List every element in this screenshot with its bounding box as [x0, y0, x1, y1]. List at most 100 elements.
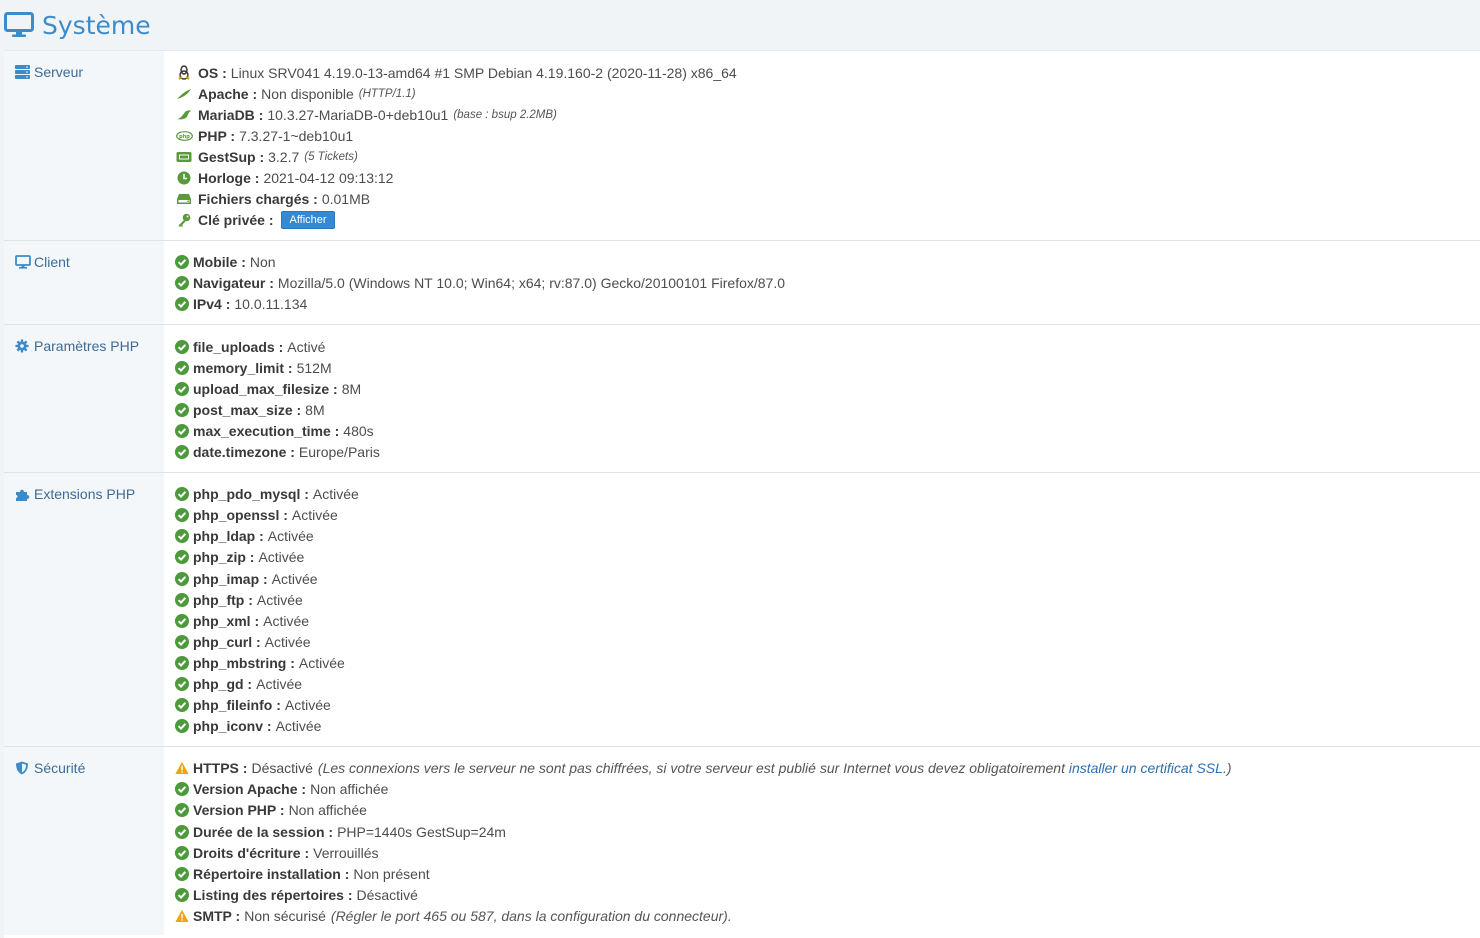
row-note: (5 Tickets) — [304, 150, 358, 163]
check-circle-icon — [175, 634, 189, 649]
info-row: Droits d'écriture : Verrouillés — [175, 842, 1480, 863]
info-row-apache: Apache : Non disponible (HTTP/1.1) — [175, 83, 1480, 104]
info-row-os: OS : Linux SRV041 4.19.0-13-amd64 #1 SMP… — [175, 62, 1480, 83]
check-circle-icon — [175, 613, 189, 628]
check-circle-icon — [175, 445, 189, 460]
row-value: Non affichée — [310, 781, 389, 798]
check-circle-icon — [175, 676, 189, 691]
shield-icon — [15, 761, 31, 775]
info-row-smtp: SMTP : Non sécurisé (Régler le port 465 … — [175, 905, 1480, 926]
info-row: post_max_size :8M — [175, 399, 1480, 420]
section-php-params: Paramètres PHP file_uploads : Activé memo… — [4, 324, 1480, 472]
row-value: Désactivé — [356, 886, 418, 903]
check-circle-icon — [175, 487, 189, 502]
row-key: php_xml : — [193, 612, 260, 629]
row-value: Non présent — [353, 865, 430, 882]
section-label-serveur: Serveur — [4, 51, 164, 240]
check-circle-icon — [175, 655, 189, 670]
info-row: Listing des répertoires : Désactivé — [175, 884, 1480, 905]
row-value: Linux SRV041 4.19.0-13-amd64 #1 SMP Debi… — [230, 64, 737, 81]
info-row: php_mbstring : Activée — [175, 652, 1480, 673]
row-value: Non affichée — [288, 802, 367, 819]
php-logo-icon: php — [175, 129, 193, 143]
info-row: php_ldap : Activée — [175, 526, 1480, 547]
row-key: GestSup : — [198, 148, 265, 165]
row-key: php_openssl : — [193, 507, 288, 524]
info-row: Répertoire installation : Non présent — [175, 863, 1480, 884]
warning-icon — [175, 909, 189, 923]
row-key: HTTPS : — [193, 760, 248, 777]
row-value: 8M — [341, 380, 362, 397]
info-row: date.timezone : Europe/Paris — [175, 442, 1480, 463]
install-ssl-link[interactable]: installer un certificat SSL — [1069, 760, 1223, 776]
row-key: memory_limit : — [193, 359, 293, 376]
section-body-php-ext: php_pdo_mysql : Activée php_openssl : Acti… — [164, 473, 1480, 746]
section-label-php-ext: Extensions PHP — [4, 472, 164, 746]
info-row-cle-privee: Clé privée : Afficher — [175, 210, 1480, 231]
section-label-client: Client — [4, 240, 164, 325]
row-key: MariaDB : — [198, 106, 264, 123]
row-key: php_gd : — [193, 675, 253, 692]
row-value: Non — [249, 254, 276, 271]
row-key: OS : — [198, 64, 227, 81]
section-serveur: Serveur OS : Linux SRV041 4.19.0-13-amd6… — [4, 50, 1480, 240]
check-circle-icon — [175, 360, 189, 375]
check-circle-icon — [175, 402, 189, 417]
row-value: Activée — [264, 633, 311, 650]
info-row: upload_max_filesize :8M — [175, 378, 1480, 399]
info-row-horloge: Horloge : 2021-04-12 09:13:12 — [175, 167, 1480, 188]
section-label-securite: Sécurité — [4, 746, 164, 936]
row-key: Apache : — [198, 85, 258, 102]
info-row-gestsup: GestSup : 3.2.7 (5 Tickets) — [175, 146, 1480, 167]
info-row: max_execution_time :480s — [175, 420, 1480, 441]
section-label-php-params: Paramètres PHP — [4, 325, 164, 472]
row-value: Non sécurisé — [244, 907, 326, 924]
check-circle-icon — [175, 592, 189, 607]
info-row: php_pdo_mysql : Activée — [175, 484, 1480, 505]
info-row-fichiers: Fichiers chargés : 0.01MB — [175, 189, 1480, 210]
row-key: Droits d'écriture : — [193, 844, 310, 861]
row-value: Activée — [258, 549, 305, 566]
section-label-text: Sécurité — [34, 759, 86, 776]
gear-icon — [15, 339, 31, 353]
row-value: 10.3.27-MariaDB-0+deb10u1 — [267, 106, 449, 123]
info-row: Version Apache : Non affichée — [175, 779, 1480, 800]
row-key: max_execution_time : — [193, 422, 340, 439]
row-value: Mozilla/5.0 (Windows NT 10.0; Win64; x64… — [277, 275, 786, 292]
info-row: Navigateur : Mozilla/5.0 (Windows NT 10.… — [175, 273, 1480, 294]
check-circle-icon — [175, 550, 189, 565]
row-key: Navigateur : — [193, 275, 274, 292]
show-private-key-button[interactable]: Afficher — [281, 211, 335, 230]
check-circle-icon — [175, 866, 189, 881]
row-key: file_uploads : — [193, 338, 284, 355]
info-row: memory_limit :512M — [175, 357, 1480, 378]
row-value: Activée — [284, 697, 331, 714]
section-label-text: Paramètres PHP — [34, 338, 140, 355]
row-key: PHP : — [198, 127, 236, 144]
check-circle-icon — [175, 255, 189, 270]
check-circle-icon — [175, 824, 189, 839]
row-value: Activée — [275, 718, 322, 735]
row-key: Version PHP : — [193, 802, 285, 819]
row-key: SMTP : — [193, 907, 241, 924]
section-label-text: Extensions PHP — [34, 485, 136, 502]
system-info-table: Serveur OS : Linux SRV041 4.19.0-13-amd6… — [4, 50, 1480, 938]
row-key: Fichiers chargés : — [198, 191, 318, 208]
row-value: 8M — [305, 401, 325, 418]
row-key: php_zip : — [193, 549, 255, 566]
row-value: Activée — [267, 528, 314, 545]
check-circle-icon — [175, 508, 189, 523]
check-circle-icon — [175, 339, 189, 354]
row-value: PHP=1440s GestSup=24m — [337, 823, 506, 840]
linux-icon — [175, 65, 193, 80]
info-row: file_uploads : Activé — [175, 336, 1480, 357]
check-circle-icon — [175, 297, 189, 312]
clock-icon — [175, 171, 193, 185]
puzzle-icon — [15, 487, 31, 501]
row-key: php_mbstring : — [193, 654, 295, 671]
info-row-mariadb: MariaDB : 10.3.27-MariaDB-0+deb10u1 (bas… — [175, 104, 1480, 125]
warning-icon — [175, 761, 189, 775]
section-securite: Sécurité HTTPS : Désactivé (Les connexio… — [4, 745, 1480, 936]
row-value: Activée — [256, 675, 303, 692]
info-row: php_openssl : Activée — [175, 505, 1480, 526]
